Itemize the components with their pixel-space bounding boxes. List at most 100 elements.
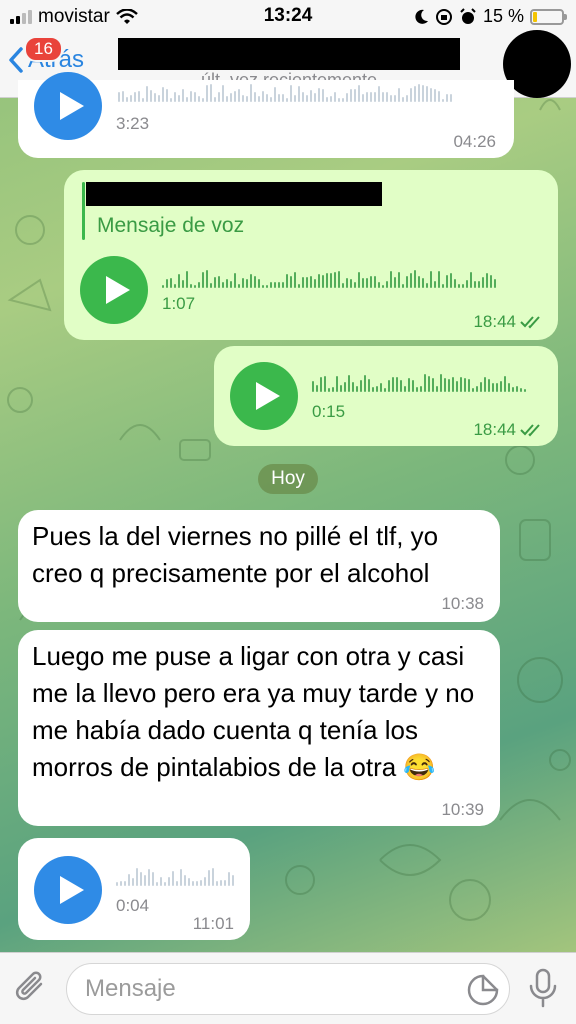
message-input[interactable] <box>66 963 510 1015</box>
waveform-bar <box>422 85 424 102</box>
waveform-bar <box>238 89 240 102</box>
waveform-bar <box>214 277 216 288</box>
waveform-bar <box>436 386 438 392</box>
message-time: 10:38 <box>441 594 484 613</box>
waveform-bar <box>358 272 360 288</box>
waveform-bar <box>344 382 346 392</box>
waveform-bar <box>258 279 260 288</box>
waveform-bar <box>246 279 248 288</box>
waveform <box>312 370 526 392</box>
waveform-bar <box>234 91 236 102</box>
waveform-bar <box>322 275 324 288</box>
orientation-lock-icon <box>435 8 452 25</box>
paperclip-icon[interactable] <box>14 969 50 1007</box>
sticker-icon[interactable] <box>466 973 500 1007</box>
message-time: 10:39 <box>441 800 484 819</box>
waveform-bar <box>434 89 436 102</box>
waveform-bar <box>188 878 190 886</box>
waveform-bar <box>222 85 224 102</box>
waveform-bar <box>360 380 362 392</box>
message-text: Pues la del viernes no pillé el tlf, yo … <box>32 521 439 588</box>
message-time-status: 18:44 <box>473 312 544 332</box>
waveform-bar <box>298 284 300 288</box>
waveform-bar <box>262 285 264 288</box>
waveform-bar <box>354 89 356 102</box>
reply-label: Mensaje de voz <box>97 214 245 237</box>
waveform-bar <box>446 275 448 288</box>
play-button[interactable] <box>34 856 102 924</box>
unread-badge: 16 <box>24 36 63 62</box>
play-button[interactable] <box>230 362 298 430</box>
waveform-bar <box>332 387 334 392</box>
waveform-bar <box>176 881 178 886</box>
waveform-bar <box>204 877 206 886</box>
waveform-bar <box>426 86 428 102</box>
waveform <box>116 864 234 886</box>
play-icon <box>256 382 280 410</box>
waveform-bar <box>432 378 434 392</box>
waveform-bar <box>286 274 288 288</box>
waveform-bar <box>206 270 208 288</box>
contact-name-redacted[interactable] <box>118 38 460 70</box>
waveform-bar <box>314 93 316 102</box>
waveform-bar <box>426 283 428 288</box>
play-icon <box>60 876 84 904</box>
waveform-bar <box>462 284 464 288</box>
waveform-bar <box>390 271 392 288</box>
voice-message-incoming: 0:04 11:01 <box>18 838 250 940</box>
message-time: 04:26 <box>453 132 496 151</box>
play-icon <box>106 276 130 304</box>
waveform-bar <box>492 383 494 392</box>
waveform-bar <box>294 95 296 102</box>
battery-icon <box>530 8 567 25</box>
waveform-bar <box>504 376 506 392</box>
waveform-bar <box>454 279 456 288</box>
waveform-bar <box>274 282 276 288</box>
alarm-icon <box>460 7 476 24</box>
waveform-bar <box>122 91 124 102</box>
waveform-bar <box>282 94 284 102</box>
waveform-bar <box>262 91 264 102</box>
waveform-bar <box>442 99 444 102</box>
voice-message-incoming: 3:23 04:26 <box>18 72 514 158</box>
waveform-bar <box>448 379 450 392</box>
waveform-bar <box>478 281 480 288</box>
waveform-bar <box>366 92 368 102</box>
microphone-icon[interactable] <box>526 967 560 1009</box>
waveform-bar <box>424 374 426 392</box>
waveform-bar <box>266 94 268 102</box>
waveform-bar <box>404 386 406 392</box>
waveform-bar <box>178 95 180 102</box>
waveform-bar <box>464 378 466 392</box>
play-button[interactable] <box>80 256 148 324</box>
waveform-bar <box>180 869 182 886</box>
waveform-bar <box>136 868 138 886</box>
waveform-bar <box>190 91 192 102</box>
waveform-bar <box>192 881 194 886</box>
waveform-bar <box>382 92 384 102</box>
waveform-bar <box>386 281 388 288</box>
waveform-bar <box>184 875 186 886</box>
waveform-bar <box>212 868 214 886</box>
waveform-bar <box>512 387 514 392</box>
date-separator: Hoy <box>258 464 318 494</box>
waveform-bar <box>278 94 280 102</box>
waveform-bar <box>130 95 132 102</box>
waveform-bar <box>348 375 350 392</box>
waveform-bar <box>320 377 322 392</box>
waveform-bar <box>370 92 372 102</box>
waveform-bar <box>334 92 336 102</box>
waveform-bar <box>224 880 226 886</box>
voice-duration: 0:15 <box>312 402 346 421</box>
waveform-bar <box>190 284 192 288</box>
waveform-bar <box>342 283 344 288</box>
waveform-bar <box>406 95 408 102</box>
waveform-bar <box>164 882 166 886</box>
waveform-bar <box>232 875 234 886</box>
waveform-bar <box>198 282 200 288</box>
play-button[interactable] <box>34 72 102 140</box>
waveform-bar <box>222 282 224 288</box>
waveform-bar <box>418 84 420 102</box>
waveform-bar <box>316 385 318 392</box>
waveform-bar <box>220 880 222 886</box>
